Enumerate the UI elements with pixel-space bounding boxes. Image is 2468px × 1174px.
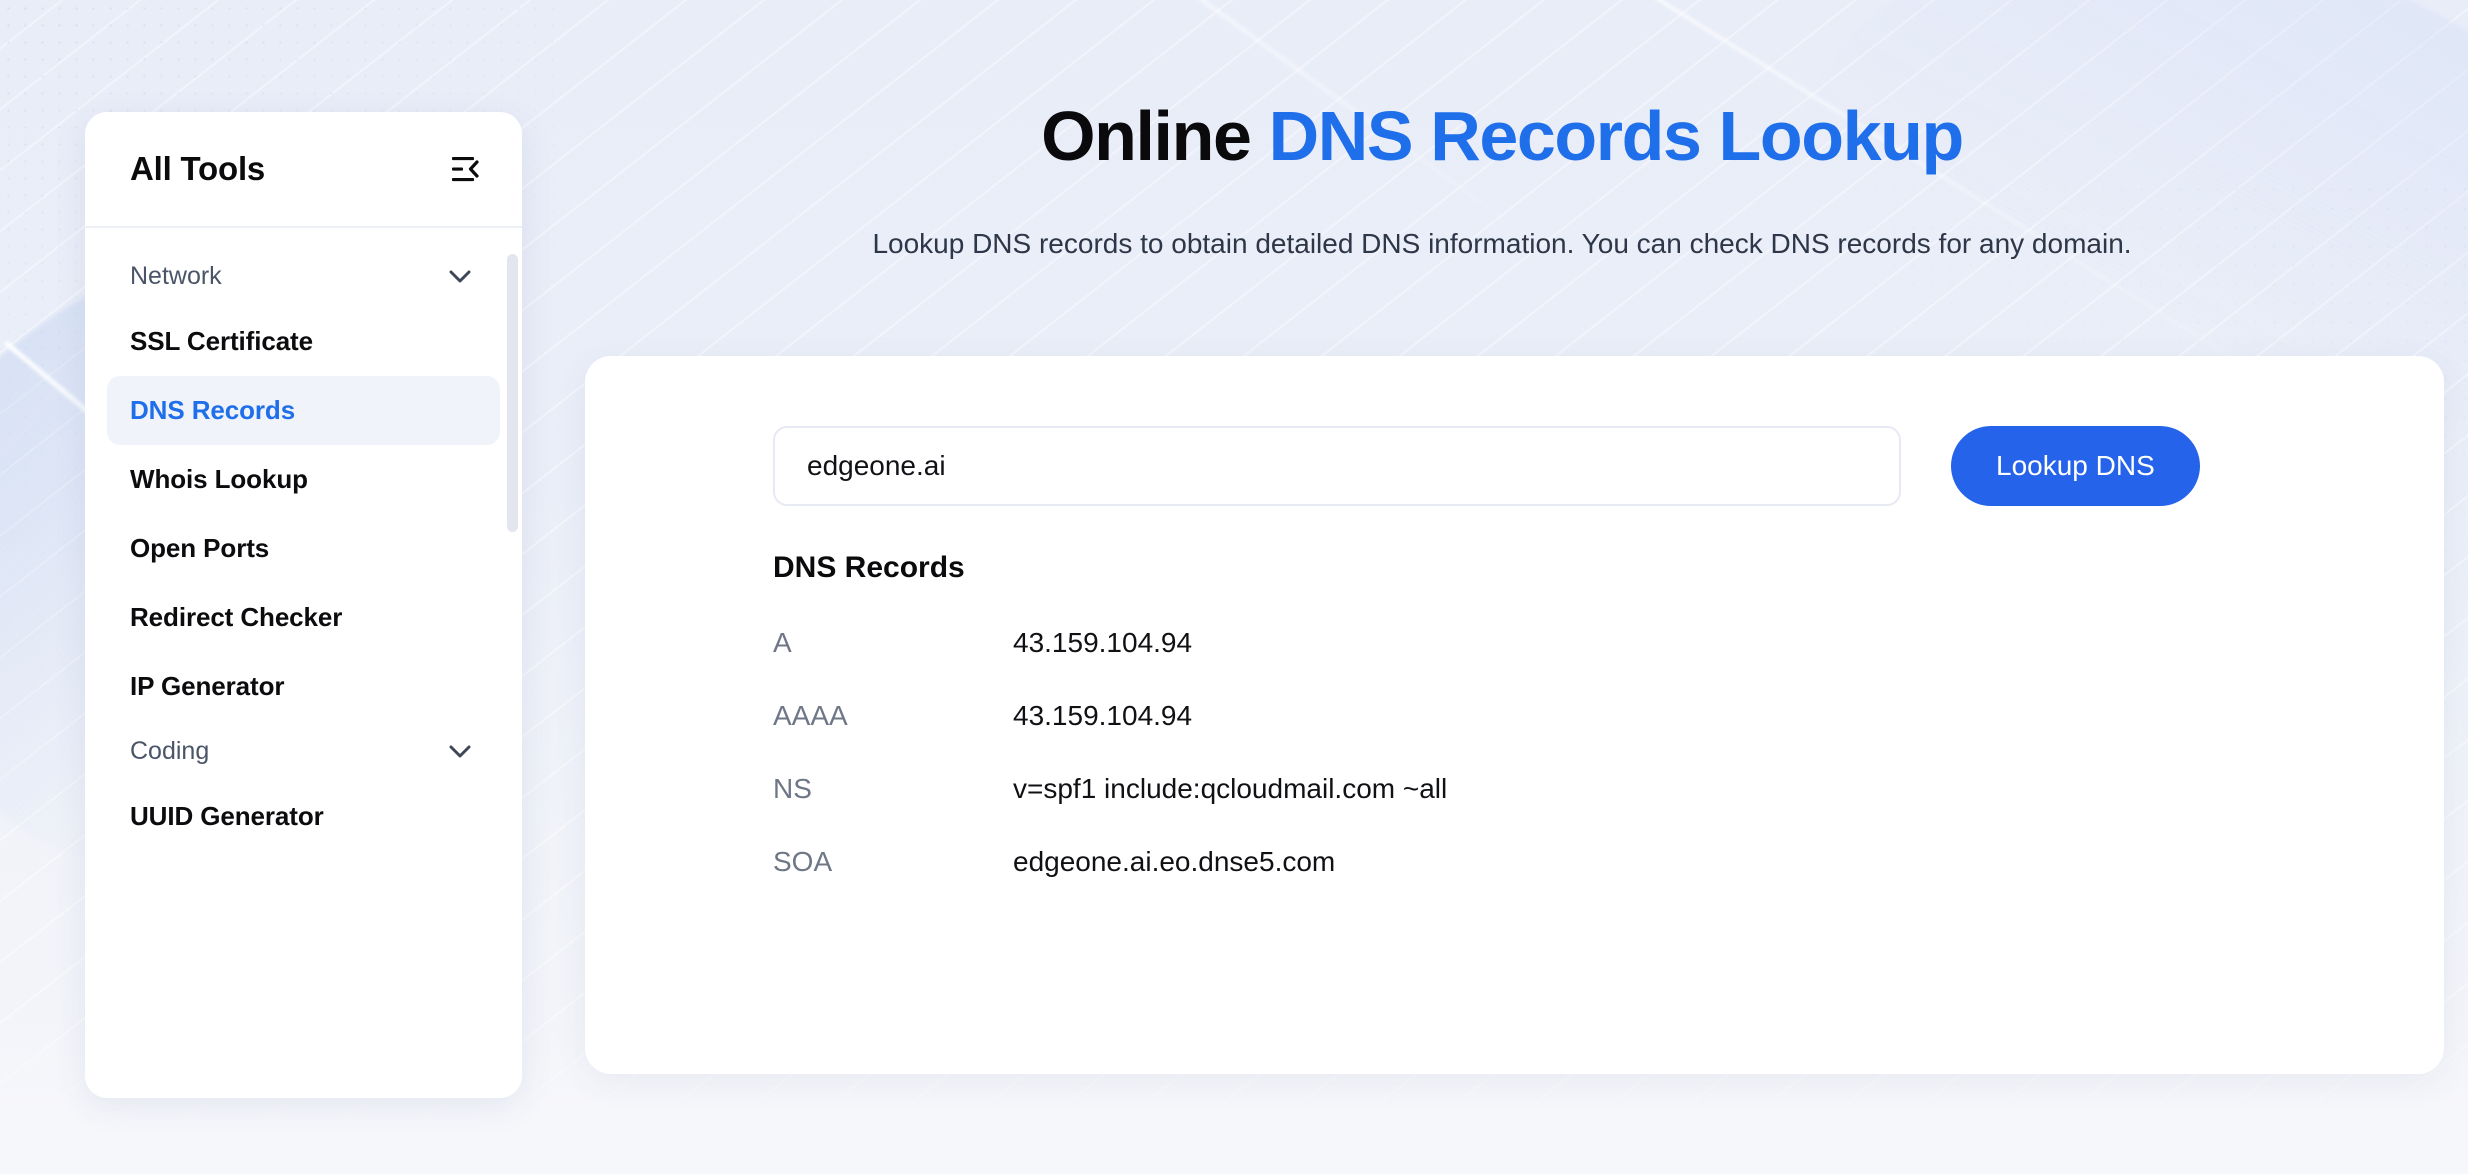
- sidebar-item-dns-records[interactable]: DNS Records: [107, 376, 500, 445]
- sidebar: All Tools Network SSL Certificate DNS Re…: [85, 112, 522, 1098]
- sidebar-item-label: IP Generator: [130, 671, 285, 701]
- lookup-card: Lookup DNS DNS Records A 43.159.104.94 A…: [585, 356, 2444, 1074]
- sidebar-item-whois-lookup[interactable]: Whois Lookup: [107, 445, 500, 514]
- record-value: edgeone.ai.eo.dnse5.com: [1013, 846, 1336, 877]
- table-row: A 43.159.104.94: [773, 627, 2384, 659]
- record-value: 43.159.104.94: [1013, 627, 1193, 658]
- sidebar-item-ssl-certificate[interactable]: SSL Certificate: [107, 307, 500, 376]
- sidebar-item-label: Redirect Checker: [130, 602, 343, 632]
- lookup-dns-button[interactable]: Lookup DNS: [1951, 426, 2200, 506]
- table-row: SOA edgeone.ai.eo.dnse5.com: [773, 846, 2384, 878]
- record-type: NS: [773, 773, 812, 804]
- sidebar-item-label: Open Ports: [130, 533, 270, 563]
- page-title: Online DNS Records Lookup: [560, 96, 2444, 177]
- sidebar-scrollbar-thumb[interactable]: [507, 254, 518, 532]
- record-type: SOA: [773, 846, 833, 877]
- sidebar-scrollbar-track[interactable]: [507, 228, 519, 1098]
- record-type: A: [773, 627, 792, 658]
- sidebar-group-label: Coding: [130, 737, 210, 765]
- sidebar-item-label: Whois Lookup: [130, 464, 308, 494]
- table-row: NS v=spf1 include:qcloudmail.com ~all: [773, 773, 2384, 805]
- sidebar-title: All Tools: [130, 150, 266, 187]
- collapse-sidebar-icon[interactable]: [450, 151, 486, 187]
- sidebar-item-ip-generator[interactable]: IP Generator: [107, 652, 500, 721]
- record-value: v=spf1 include:qcloudmail.com ~all: [1013, 773, 1448, 804]
- sidebar-header: All Tools: [85, 112, 522, 228]
- sidebar-item-label: SSL Certificate: [130, 326, 313, 356]
- page-subtitle: Lookup DNS records to obtain detailed DN…: [872, 228, 2132, 259]
- sidebar-item-label: DNS Records: [130, 395, 296, 425]
- domain-input[interactable]: [773, 426, 1901, 506]
- sidebar-group-network[interactable]: Network: [107, 246, 500, 307]
- sidebar-item-redirect-checker[interactable]: Redirect Checker: [107, 583, 500, 652]
- page-title-accent: DNS Records Lookup: [1268, 97, 1965, 175]
- sidebar-item-open-ports[interactable]: Open Ports: [107, 514, 500, 583]
- sidebar-item-label: UUID Generator: [130, 801, 324, 831]
- page-title-plain: Online: [1041, 97, 1252, 175]
- sidebar-group-coding[interactable]: Coding: [107, 721, 500, 782]
- chevron-down-icon: [449, 270, 471, 283]
- sidebar-group-label: Network: [130, 262, 222, 290]
- dns-records-section: DNS Records A 43.159.104.94 AAAA 43.159.…: [773, 551, 2384, 919]
- record-type: AAAA: [773, 700, 848, 731]
- sidebar-item-uuid-generator[interactable]: UUID Generator: [107, 782, 500, 851]
- record-value: 43.159.104.94: [1013, 700, 1193, 731]
- sidebar-scroll-area: Network SSL Certificate DNS Records Whoi…: [85, 228, 522, 1098]
- chevron-down-icon: [449, 745, 471, 758]
- search-row: Lookup DNS: [773, 426, 2200, 506]
- table-row: AAAA 43.159.104.94: [773, 700, 2384, 732]
- main-content: Online DNS Records Lookup Lookup DNS rec…: [560, 0, 2468, 1174]
- dns-records-heading: DNS Records: [773, 551, 965, 584]
